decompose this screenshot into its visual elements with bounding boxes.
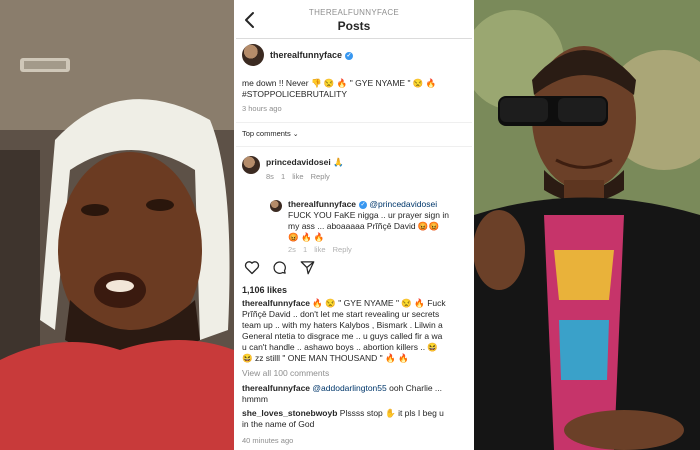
top-comments-label: Top comments (242, 129, 291, 138)
caption-line: 😆 zz stilll " ONE MAN THOUSAND " 🔥 🔥 (242, 353, 409, 363)
reply-avatar[interactable] (270, 200, 282, 212)
reply-header: therealfunnyface ✓ @princedavidosei (288, 199, 468, 210)
post-avatar[interactable] (242, 44, 264, 66)
post-username-row[interactable]: therealfunnyface ✓ (270, 50, 354, 60)
right-photo (474, 0, 700, 450)
post-time-bottom: 40 minutes ago (242, 436, 294, 445)
verified-badge-icon: ✓ (359, 200, 368, 209)
verified-badge-icon: ✓ (345, 51, 354, 60)
caption-line: team up .. with my haters Kalybos , Bism… (242, 320, 443, 330)
page-title: Posts (337, 19, 371, 33)
caption-line: u can't handle .. ashawo boys .. abortio… (242, 342, 439, 352)
caption: me down !! Never 👎 😒 🔥 " GYE NYAME " 😒 🔥… (242, 78, 468, 100)
reply-line: FUCK YOU FaKE nigga .. ur prayer sign in (288, 210, 449, 220)
chevron-down-icon: ⌄ (292, 131, 299, 138)
account-name-header: THEREALFUNNYFACE (308, 8, 400, 17)
comment-username[interactable]: she_loves_stonebwoyb (242, 408, 337, 418)
top-bar: THEREALFUNNYFACE Posts (236, 0, 472, 38)
post-time: 3 hours ago (242, 104, 282, 113)
comment-text: 🙏 (333, 157, 344, 167)
comment-icon[interactable] (272, 260, 287, 275)
reply-likes[interactable]: 1 like (303, 245, 326, 254)
comment-text: Plssss stop ✋ it pls I beg u (337, 408, 444, 418)
comment-meta: 8s 1 like Reply (266, 172, 330, 181)
caption-line: General ntetia to disgrace me .. u guys … (242, 331, 443, 341)
share-icon[interactable] (300, 260, 315, 275)
caption-hashtag[interactable]: #STOPPOLICEBRUTALITY (242, 89, 468, 100)
reply-comment: therealfunnyface ✓ @princedavidosei FUCK … (288, 199, 468, 243)
comment-text: in the name of God (242, 419, 315, 429)
reply-line: 😡 🔥 🔥 (288, 232, 325, 242)
view-all-comments-link[interactable]: View all 100 comments (242, 368, 329, 378)
comment-time: 8s (266, 172, 274, 181)
heart-icon[interactable] (244, 260, 260, 275)
comment-row: princedavidosei 🙏 (266, 157, 344, 168)
caption-username[interactable]: therealfunnyface (242, 298, 310, 308)
post-username[interactable]: therealfunnyface (270, 50, 342, 60)
comment: therealfunnyface @addodarlington55 ooh C… (242, 383, 472, 405)
reply-link[interactable]: Reply (333, 245, 352, 254)
left-photo (0, 0, 234, 450)
comment-avatar[interactable] (242, 156, 260, 174)
post-actions (244, 260, 344, 276)
instagram-post-screenshot: THEREALFUNNYFACE Posts therealfunnyface ✓… (236, 0, 472, 450)
divider (236, 122, 472, 123)
comment-text: ooh Charlie ... (386, 383, 443, 393)
comment-username[interactable]: therealfunnyface (242, 383, 310, 393)
comment-username[interactable]: princedavidosei (266, 157, 331, 167)
comment-text: hmmm (242, 394, 268, 404)
caption-full: therealfunnyface 🔥 😒 " GYE NYAME " 😒 🔥 F… (242, 298, 472, 364)
header-divider (236, 38, 472, 39)
caption-line: 🔥 😒 " GYE NYAME " 😒 🔥 Fuck (312, 298, 446, 308)
comment-mention[interactable]: @addodarlington55 (312, 383, 386, 393)
divider (236, 146, 472, 147)
likes-count[interactable]: 1,106 likes (242, 285, 287, 295)
comment: she_loves_stonebwoyb Plssss stop ✋ it pl… (242, 408, 472, 430)
reply-link[interactable]: Reply (311, 172, 330, 181)
reply-line: my ass ... aboaaaaa Prĭñçē David 😡😡 (288, 221, 440, 231)
caption-line: me down !! Never 👎 😒 🔥 " GYE NYAME " 😒 🔥 (242, 78, 437, 88)
caption-line: Prĭñçē David .. don't let me start revea… (242, 309, 440, 319)
top-comments-dropdown[interactable]: Top comments ⌄ (242, 129, 299, 138)
reply-time: 2s (288, 245, 296, 254)
reply-mention[interactable]: @princedavidosei (369, 199, 437, 209)
comment-likes[interactable]: 1 like (281, 172, 304, 181)
reply-meta: 2s 1 like Reply (288, 245, 352, 254)
reply-username[interactable]: therealfunnyface (288, 199, 356, 209)
